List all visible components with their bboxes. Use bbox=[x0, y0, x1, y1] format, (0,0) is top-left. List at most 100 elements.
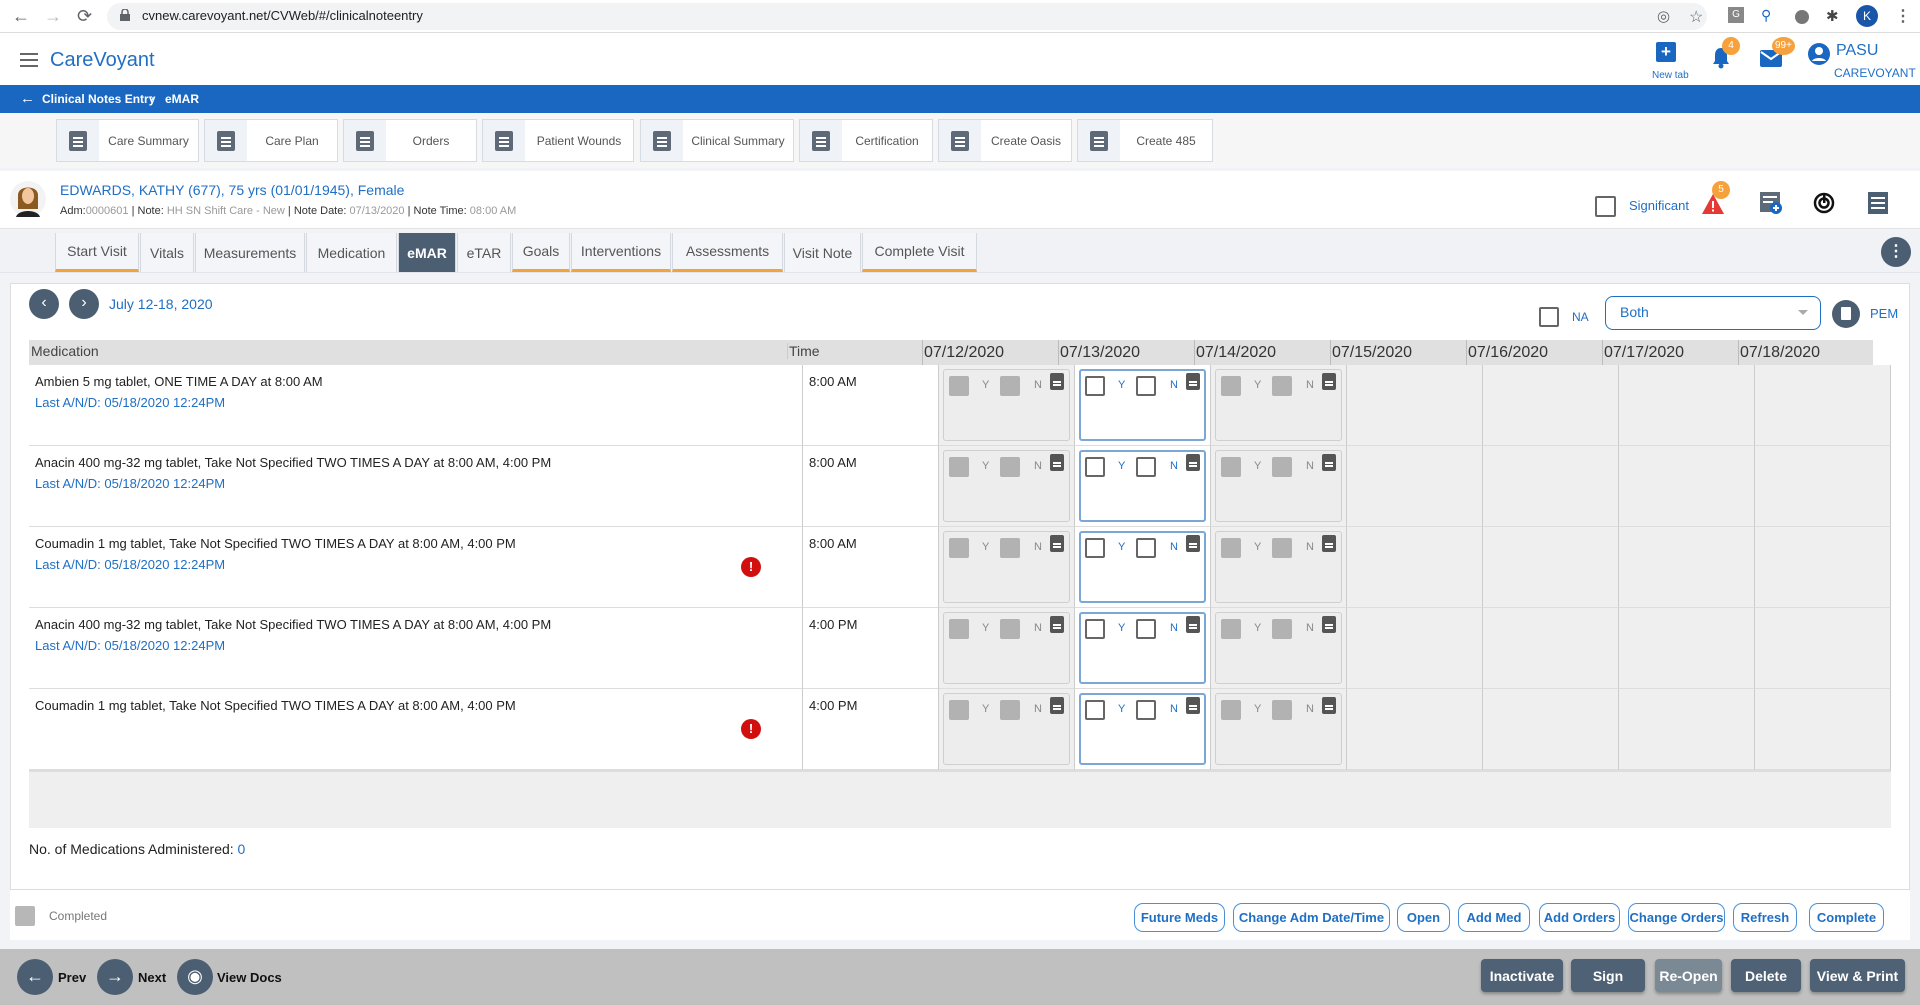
yes-checkbox[interactable] bbox=[1085, 619, 1105, 639]
yes-checkbox[interactable] bbox=[1221, 457, 1241, 477]
new-tab-plus-icon[interactable]: + bbox=[1656, 42, 1676, 62]
drug-alert-icon[interactable]: ! bbox=[741, 719, 761, 739]
yes-checkbox[interactable] bbox=[949, 538, 969, 558]
tab-visit-note[interactable]: Visit Note bbox=[784, 233, 861, 272]
note-document-icon[interactable] bbox=[1322, 697, 1336, 714]
view-docs-eye-icon[interactable]: ◉ bbox=[177, 959, 213, 995]
yes-checkbox[interactable] bbox=[1221, 700, 1241, 720]
toolbar-button-care-summary[interactable]: Care Summary bbox=[56, 119, 199, 162]
yes-checkbox[interactable] bbox=[949, 376, 969, 396]
hamburger-menu-icon[interactable] bbox=[20, 53, 38, 67]
no-checkbox[interactable] bbox=[1000, 700, 1020, 720]
new-tab-label[interactable]: New tab bbox=[1652, 70, 1689, 81]
inactivate-button[interactable]: Inactivate bbox=[1481, 959, 1563, 992]
no-checkbox[interactable] bbox=[1272, 376, 1292, 396]
note-document-icon[interactable] bbox=[1050, 454, 1064, 471]
url-text[interactable]: cvnew.carevoyant.net/CVWeb/#/clinicalnot… bbox=[142, 8, 423, 23]
yes-checkbox[interactable] bbox=[1221, 538, 1241, 558]
tab-emar[interactable]: eMAR bbox=[398, 233, 456, 272]
yes-checkbox[interactable] bbox=[1085, 700, 1105, 720]
radar-icon[interactable] bbox=[1813, 192, 1835, 214]
tab-assessments[interactable]: Assessments bbox=[672, 233, 783, 272]
extension-g-icon[interactable]: G bbox=[1728, 7, 1744, 23]
document-list-icon[interactable] bbox=[1868, 192, 1888, 214]
delete-button[interactable]: Delete bbox=[1731, 959, 1801, 992]
no-checkbox[interactable] bbox=[1000, 457, 1020, 477]
star-icon[interactable]: ☆ bbox=[1689, 7, 1707, 26]
yes-checkbox[interactable] bbox=[1085, 538, 1105, 558]
toolbar-button-create-oasis[interactable]: Create Oasis bbox=[938, 119, 1072, 162]
note-document-icon[interactable] bbox=[1322, 535, 1336, 552]
profile-avatar[interactable]: K bbox=[1856, 5, 1878, 27]
toolbar-button-care-plan[interactable]: Care Plan bbox=[204, 119, 338, 162]
tab-medication[interactable]: Medication bbox=[306, 233, 397, 272]
note-document-icon[interactable] bbox=[1186, 697, 1200, 714]
action-add-med-button[interactable]: Add Med bbox=[1458, 903, 1530, 932]
note-document-icon[interactable] bbox=[1322, 373, 1336, 390]
forward-icon[interactable]: → bbox=[44, 6, 62, 27]
note-document-icon[interactable] bbox=[1186, 454, 1200, 471]
drug-alert-icon[interactable]: ! bbox=[741, 557, 761, 577]
breadcrumb-clinical-notes-entry[interactable]: Clinical Notes Entry bbox=[42, 92, 155, 106]
no-checkbox[interactable] bbox=[1136, 700, 1156, 720]
yes-checkbox[interactable] bbox=[949, 700, 969, 720]
yes-checkbox[interactable] bbox=[949, 457, 969, 477]
no-checkbox[interactable] bbox=[1136, 619, 1156, 639]
pem-label[interactable]: PEM bbox=[1870, 306, 1898, 321]
extension-circle-icon[interactable] bbox=[1795, 10, 1809, 24]
na-checkbox[interactable] bbox=[1539, 307, 1559, 327]
next-week-button[interactable]: › bbox=[69, 289, 99, 319]
significant-checkbox[interactable] bbox=[1595, 196, 1616, 217]
action-change-adm-date-time-button[interactable]: Change Adm Date/Time bbox=[1233, 903, 1390, 932]
back-icon[interactable]: ← bbox=[12, 6, 30, 27]
action-open-button[interactable]: Open bbox=[1397, 903, 1450, 932]
note-document-icon[interactable] bbox=[1050, 373, 1064, 390]
action-change-orders-button[interactable]: Change Orders bbox=[1628, 903, 1725, 932]
patient-name[interactable]: EDWARDS, KATHY (677), 75 yrs (01/01/1945… bbox=[60, 182, 404, 198]
toolbar-button-create-485[interactable]: Create 485 bbox=[1077, 119, 1213, 162]
sign-button[interactable]: Sign bbox=[1571, 959, 1645, 992]
extension-ruler-icon[interactable]: ⚲ bbox=[1761, 7, 1779, 25]
no-checkbox[interactable] bbox=[1136, 538, 1156, 558]
toolbar-button-orders[interactable]: Orders bbox=[343, 119, 477, 162]
note-document-icon[interactable] bbox=[1050, 697, 1064, 714]
no-checkbox[interactable] bbox=[1272, 619, 1292, 639]
toolbar-button-certification[interactable]: Certification bbox=[799, 119, 933, 162]
action-add-orders-button[interactable]: Add Orders bbox=[1539, 903, 1620, 932]
note-document-icon[interactable] bbox=[1050, 616, 1064, 633]
no-checkbox[interactable] bbox=[1136, 457, 1156, 477]
tab-vitals[interactable]: Vitals bbox=[140, 233, 194, 272]
no-checkbox[interactable] bbox=[1000, 619, 1020, 639]
last-administered-link[interactable]: Last A/N/D: 05/18/2020 12:24PM bbox=[35, 395, 225, 410]
filter-select[interactable]: Both bbox=[1605, 296, 1821, 330]
re-open-button[interactable]: Re-Open bbox=[1655, 959, 1722, 992]
toolbar-button-patient-wounds[interactable]: Patient Wounds bbox=[482, 119, 634, 162]
tab-complete-visit[interactable]: Complete Visit bbox=[862, 233, 977, 272]
tab-measurements[interactable]: Measurements bbox=[195, 233, 305, 272]
more-options-icon[interactable]: ⋮ bbox=[1881, 237, 1911, 267]
prev-arrow-icon[interactable]: ← bbox=[17, 959, 53, 995]
tab-etar[interactable]: eTAR bbox=[457, 233, 511, 272]
extensions-puzzle-icon[interactable]: ✱ bbox=[1826, 7, 1844, 25]
note-document-icon[interactable] bbox=[1322, 454, 1336, 471]
brand-logo[interactable]: CareVoyant bbox=[50, 49, 155, 72]
location-icon[interactable]: ◎ bbox=[1657, 7, 1675, 25]
no-checkbox[interactable] bbox=[1000, 538, 1020, 558]
last-administered-link[interactable]: Last A/N/D: 05/18/2020 12:24PM bbox=[35, 476, 225, 491]
note-document-icon[interactable] bbox=[1050, 535, 1064, 552]
no-checkbox[interactable] bbox=[1000, 376, 1020, 396]
reload-icon[interactable]: ⟳ bbox=[77, 6, 92, 27]
user-name[interactable]: PASU bbox=[1836, 42, 1878, 60]
toolbar-button-clinical-summary[interactable]: Clinical Summary bbox=[640, 119, 794, 162]
tab-interventions[interactable]: Interventions bbox=[571, 233, 671, 272]
prev-label[interactable]: Prev bbox=[58, 970, 86, 985]
view-docs-label[interactable]: View Docs bbox=[217, 970, 282, 985]
note-document-icon[interactable] bbox=[1322, 616, 1336, 633]
note-document-icon[interactable] bbox=[1186, 616, 1200, 633]
na-label[interactable]: NA bbox=[1572, 310, 1589, 324]
last-administered-link[interactable]: Last A/N/D: 05/18/2020 12:24PM bbox=[35, 557, 225, 572]
action-refresh-button[interactable]: Refresh bbox=[1733, 903, 1797, 932]
significant-label[interactable]: Significant bbox=[1629, 198, 1689, 213]
tab-goals[interactable]: Goals bbox=[512, 233, 570, 272]
next-label[interactable]: Next bbox=[138, 970, 166, 985]
